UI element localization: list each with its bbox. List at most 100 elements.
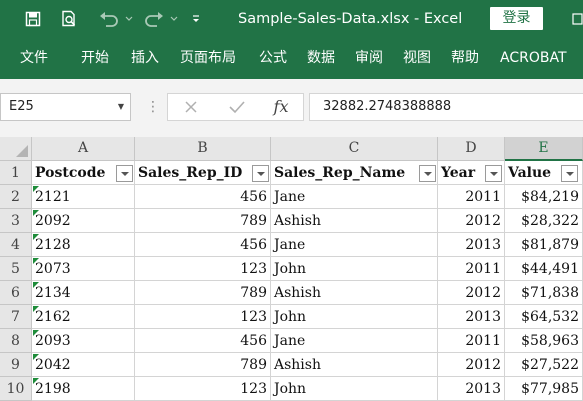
- table-cell[interactable]: 789: [135, 281, 271, 305]
- select-all-button[interactable]: [0, 137, 32, 161]
- table-cell[interactable]: 789: [135, 209, 271, 233]
- table-cell[interactable]: 2198: [32, 377, 135, 401]
- column-header-b[interactable]: B: [135, 137, 271, 161]
- ribbon-display-options-icon[interactable]: [572, 0, 583, 38]
- error-flag-icon: [33, 330, 39, 336]
- table-cell[interactable]: 789: [135, 353, 271, 377]
- tab-page-layout[interactable]: 页面布局: [180, 38, 236, 79]
- table-cell[interactable]: 2134: [32, 281, 135, 305]
- ribbon-tabs: 文件 开始 插入 页面布局 公式 数据 审阅 视图 帮助 ACROBAT: [0, 38, 583, 79]
- error-flag-icon: [33, 354, 39, 360]
- table-cell[interactable]: 123: [135, 305, 271, 329]
- header-cell-sales-rep-id[interactable]: Sales_Rep_ID: [135, 161, 271, 185]
- login-button[interactable]: 登录: [490, 7, 543, 30]
- table-cell[interactable]: 2092: [32, 209, 135, 233]
- error-flag-icon: [33, 282, 39, 288]
- customize-qat-icon[interactable]: [188, 0, 204, 38]
- table-cell[interactable]: 2011: [438, 257, 505, 281]
- filter-dropdown-icon[interactable]: [116, 165, 133, 182]
- redo-dropdown-icon[interactable]: [169, 0, 179, 38]
- redo-icon[interactable]: [140, 0, 168, 38]
- name-box-value: E25: [9, 99, 34, 114]
- tab-insert[interactable]: 插入: [131, 38, 159, 79]
- table-cell[interactable]: Ashish: [271, 281, 438, 305]
- table-cell[interactable]: $27,522: [505, 353, 583, 377]
- print-preview-icon[interactable]: [56, 0, 82, 38]
- table-cell[interactable]: 123: [135, 377, 271, 401]
- tab-data[interactable]: 数据: [307, 38, 335, 79]
- table-cell[interactable]: $64,532: [505, 305, 583, 329]
- row-header[interactable]: 2: [0, 185, 32, 209]
- column-header-a[interactable]: A: [32, 137, 135, 161]
- save-icon[interactable]: [20, 0, 46, 38]
- filter-dropdown-icon[interactable]: [252, 165, 269, 182]
- table-cell[interactable]: $44,491: [505, 257, 583, 281]
- row-header[interactable]: 8: [0, 329, 32, 353]
- table-cell[interactable]: 2013: [438, 377, 505, 401]
- table-cell[interactable]: John: [271, 257, 438, 281]
- table-cell[interactable]: 2011: [438, 329, 505, 353]
- row-header[interactable]: 6: [0, 281, 32, 305]
- table-cell[interactable]: $81,879: [505, 233, 583, 257]
- tab-review[interactable]: 审阅: [355, 38, 383, 79]
- chevron-down-icon[interactable]: ▼: [118, 94, 124, 120]
- tab-formulas[interactable]: 公式: [259, 38, 287, 79]
- table-cell[interactable]: John: [271, 377, 438, 401]
- table-cell[interactable]: $84,219: [505, 185, 583, 209]
- undo-icon[interactable]: [95, 0, 123, 38]
- table-cell[interactable]: 2012: [438, 353, 505, 377]
- table-cell[interactable]: 456: [135, 185, 271, 209]
- row-header[interactable]: 5: [0, 257, 32, 281]
- table-cell[interactable]: 2012: [438, 281, 505, 305]
- table-cell[interactable]: 2093: [32, 329, 135, 353]
- table-cell[interactable]: John: [271, 305, 438, 329]
- table-cell[interactable]: 2121: [32, 185, 135, 209]
- tab-help[interactable]: 帮助: [451, 38, 479, 79]
- row-header[interactable]: 1: [0, 161, 32, 185]
- table-cell[interactable]: Jane: [271, 329, 438, 353]
- row-header[interactable]: 10: [0, 377, 32, 401]
- row-header[interactable]: 4: [0, 233, 32, 257]
- enter-check-icon[interactable]: [224, 94, 250, 120]
- error-flag-icon: [33, 234, 39, 240]
- column-header-d[interactable]: D: [438, 137, 505, 161]
- cancel-icon[interactable]: [178, 94, 204, 120]
- table-cell[interactable]: Jane: [271, 185, 438, 209]
- table-cell[interactable]: Ashish: [271, 209, 438, 233]
- table-cell[interactable]: 2042: [32, 353, 135, 377]
- row-header[interactable]: 9: [0, 353, 32, 377]
- table-cell[interactable]: 2011: [438, 185, 505, 209]
- undo-dropdown-icon[interactable]: [124, 0, 134, 38]
- column-header-e[interactable]: E: [505, 137, 583, 161]
- row-header[interactable]: 7: [0, 305, 32, 329]
- table-cell[interactable]: $28,322: [505, 209, 583, 233]
- table-cell[interactable]: 456: [135, 329, 271, 353]
- table-cell[interactable]: Ashish: [271, 353, 438, 377]
- table-cell[interactable]: 2013: [438, 305, 505, 329]
- insert-function-icon[interactable]: fx: [268, 94, 294, 120]
- table-cell[interactable]: Jane: [271, 233, 438, 257]
- resize-handle-icon[interactable]: ⋮: [146, 93, 160, 121]
- table-cell[interactable]: 2012: [438, 209, 505, 233]
- table-cell[interactable]: $77,985: [505, 377, 583, 401]
- name-box[interactable]: E25 ▼: [0, 93, 131, 121]
- tab-home[interactable]: 开始: [81, 38, 109, 79]
- tab-file[interactable]: 文件: [20, 38, 48, 79]
- formula-input[interactable]: 32882.2748388888: [309, 93, 583, 121]
- table-cell[interactable]: 2073: [32, 257, 135, 281]
- filter-dropdown-icon[interactable]: [485, 165, 502, 182]
- table-cell[interactable]: $71,838: [505, 281, 583, 305]
- filter-dropdown-icon[interactable]: [419, 165, 436, 182]
- table-cell[interactable]: 456: [135, 233, 271, 257]
- table-cell[interactable]: 2128: [32, 233, 135, 257]
- tab-acrobat[interactable]: ACROBAT: [500, 38, 567, 79]
- tab-view[interactable]: 视图: [403, 38, 431, 79]
- table-cell[interactable]: 123: [135, 257, 271, 281]
- column-header-c[interactable]: C: [271, 137, 438, 161]
- header-cell-sales-rep-name[interactable]: Sales_Rep_Name: [271, 161, 438, 185]
- filter-dropdown-icon[interactable]: [561, 165, 578, 182]
- row-header[interactable]: 3: [0, 209, 32, 233]
- table-cell[interactable]: 2013: [438, 233, 505, 257]
- table-cell[interactable]: 2162: [32, 305, 135, 329]
- table-cell[interactable]: $58,963: [505, 329, 583, 353]
